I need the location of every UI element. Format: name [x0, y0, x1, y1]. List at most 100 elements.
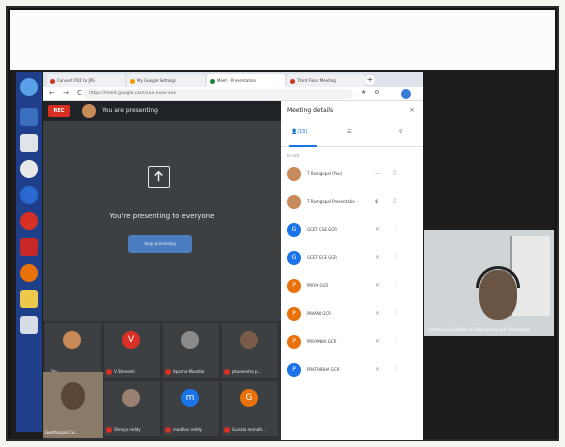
more-options-icon[interactable]: ⋮ [393, 253, 399, 260]
start-icon[interactable] [20, 78, 38, 96]
paint-icon[interactable] [20, 290, 38, 308]
close-icon[interactable]: × [409, 106, 415, 114]
participant-name: Shreya reddy [106, 427, 158, 433]
mic-off-icon [165, 427, 171, 433]
participant-tile[interactable]: Shreya reddy [104, 381, 160, 436]
participant-name: T Ramgopal (You) [307, 171, 343, 176]
mic-off-icon[interactable]: ✕ [375, 254, 380, 261]
stop-presenting-button[interactable]: Stop presenting [128, 235, 192, 253]
account-avatar-icon[interactable] [401, 89, 411, 99]
participant-avatar: G [240, 389, 258, 407]
remote-video-label: Geethanjali College of Engineering and T… [428, 327, 530, 332]
participant-name: PRATHIBHA GCR [307, 367, 340, 372]
firefox-icon[interactable] [20, 264, 38, 282]
tab-favicon-icon [50, 78, 55, 84]
mic-off-icon [165, 369, 171, 375]
more-options-icon[interactable]: ⋮ [393, 309, 399, 316]
participant-avatar [287, 167, 301, 181]
participant-tile[interactable]: Aparna Mandlia [163, 323, 219, 378]
presenting-headline: You're presenting to everyone [109, 212, 215, 220]
file-explorer-icon[interactable] [20, 108, 38, 126]
acrobat-icon[interactable] [20, 238, 38, 256]
address-bar: ← → C https://meet.google.com/xxx-xxxx-x… [43, 87, 423, 101]
participant-tile[interactable]: m madhav reddy [163, 381, 219, 436]
participant-row[interactable]: T Ramgopal (You) — ▯ [281, 163, 423, 187]
participant-tile[interactable]: G Gunala maruth... [222, 381, 278, 436]
participant-avatar: P [287, 363, 301, 377]
more-options-icon[interactable]: ⋮ [393, 337, 399, 344]
participant-name: phanendra p... [224, 369, 276, 375]
participant-avatar: m [181, 389, 199, 407]
participant-row[interactable]: G GCET CSE GCR ✕ ⋮ [281, 219, 423, 243]
speaker-icon[interactable]: ◖ [375, 198, 378, 205]
remote-video-window[interactable]: Geethanjali College of Engineering and T… [424, 230, 554, 336]
participant-row[interactable]: P PRATHIBHA GCR ✕ ⋮ [281, 359, 423, 383]
mic-icon[interactable]: — [375, 170, 381, 177]
participant-avatar: G [287, 251, 301, 265]
meeting-details-panel: Meeting details × 👤(10) ☰ ⚲ In call T Ra… [281, 101, 423, 440]
browser-tab[interactable]: Third Floor Meeting [287, 74, 365, 87]
participant-name: PRIYA GCR [307, 283, 329, 288]
tab-activities[interactable]: ⚲ [399, 129, 403, 135]
present-screen-icon [148, 166, 170, 188]
participant-tile[interactable]: V V Shreemi [104, 323, 160, 378]
new-tab-button[interactable]: + [365, 75, 375, 85]
mic-off-icon[interactable]: ✕ [375, 310, 380, 317]
tab-favicon-icon [210, 78, 215, 84]
participant-name: GCET CSE GCR [307, 227, 337, 232]
browser-tab-bar: Convert PDF to JPG My Google Settings Me… [43, 72, 423, 87]
participant-name: PAVANI GCR [307, 311, 331, 316]
edge-icon[interactable] [20, 186, 38, 204]
tab-favicon-icon [290, 78, 295, 84]
in-call-section-label: In call [287, 153, 299, 158]
document-icon[interactable] [20, 134, 38, 152]
pin-icon[interactable]: ▯ [393, 197, 396, 204]
active-tab-indicator [289, 145, 317, 147]
participant-name: PRIYANKA GCR [307, 339, 337, 344]
browser-tab[interactable]: Convert PDF to JPG [47, 74, 125, 87]
participant-row[interactable]: P PAVANI GCR ✕ ⋮ [281, 303, 423, 327]
opera-icon[interactable] [20, 212, 38, 230]
browser-tab-active[interactable]: Meet - Presentation [207, 74, 285, 87]
participant-name: V Shreemi [106, 369, 158, 375]
participant-name: madhav reddy [165, 427, 217, 433]
participant-name: T Ramgopal Presentation [307, 199, 355, 204]
participant-avatar: V [122, 331, 140, 349]
presenter-avatar [82, 104, 96, 118]
participant-tile[interactable]: phanendra p... [222, 323, 278, 378]
mic-off-icon [106, 369, 112, 375]
url-input[interactable]: https://meet.google.com/xxx-xxxx-xxx [83, 89, 353, 99]
participant-row[interactable]: T Ramgopal Presentation ◖ ▯ [281, 191, 423, 215]
notes-icon[interactable] [20, 316, 38, 334]
top-blank-area [10, 10, 555, 70]
more-options-icon[interactable]: ⋮ [393, 365, 399, 372]
participant-avatar [287, 195, 301, 209]
participant-row[interactable]: G GCET ECE GCR ✕ ⋮ [281, 247, 423, 271]
participant-avatar [240, 331, 258, 349]
recording-badge: REC [48, 105, 70, 117]
participant-name: Aparna Mandlia [165, 369, 217, 375]
mic-off-icon[interactable]: ✕ [375, 282, 380, 289]
chrome-icon[interactable] [20, 160, 38, 178]
tab-people[interactable]: 👤(10) [291, 129, 308, 135]
mic-off-icon [224, 427, 230, 433]
toolbar-icons[interactable]: ★ ⚙ [361, 89, 383, 96]
more-options-icon[interactable]: ⋮ [393, 281, 399, 288]
browser-tab[interactable]: My Google Settings [127, 74, 205, 87]
presentation-stage: You're presenting to everyone Stop prese… [43, 121, 281, 321]
self-view-tile[interactable]: Geethanjali Co... [43, 372, 103, 438]
tab-chat[interactable]: ☰ [347, 129, 351, 135]
participant-tile[interactable]: You [45, 323, 101, 378]
mic-off-icon[interactable]: ✕ [375, 366, 380, 373]
more-options-icon[interactable]: ⋮ [393, 225, 399, 232]
nav-buttons[interactable]: ← → C [49, 89, 85, 97]
pin-icon[interactable]: ▯ [393, 169, 396, 176]
participant-row[interactable]: P PRIYA GCR ✕ ⋮ [281, 275, 423, 299]
mic-off-icon [106, 427, 112, 433]
panel-title: Meeting details [287, 107, 334, 114]
mic-off-icon[interactable]: ✕ [375, 226, 380, 233]
meet-top-bar: REC You are presenting [43, 101, 281, 121]
participant-row[interactable]: P PRIYANKA GCR ✕ ⋮ [281, 331, 423, 355]
mic-off-icon[interactable]: ✕ [375, 338, 380, 345]
mic-off-icon [224, 369, 230, 375]
